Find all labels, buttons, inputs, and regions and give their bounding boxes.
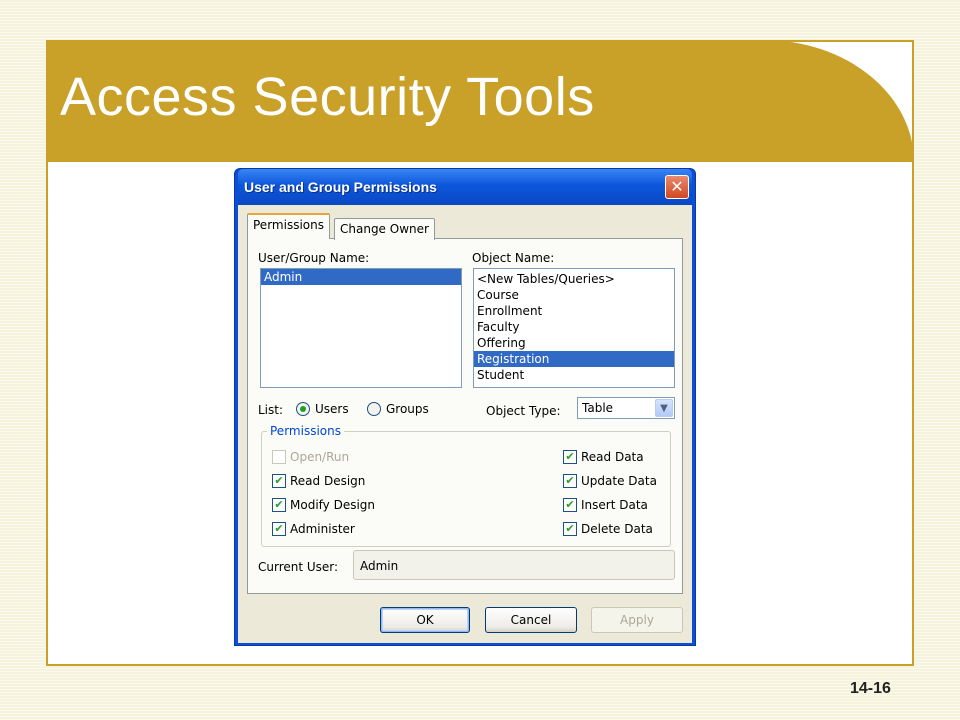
ok-button-label: OK [416, 613, 434, 627]
dialog-titlebar[interactable]: User and Group Permissions ✕ [238, 169, 692, 205]
permissions-group-label: Permissions [270, 424, 341, 438]
update-data-label[interactable]: Update Data [581, 474, 657, 488]
list-item[interactable]: <New Tables/Queries> [474, 271, 674, 287]
groups-radio[interactable] [367, 402, 381, 416]
tab-permissions[interactable]: Permissions [247, 213, 330, 239]
list-item[interactable]: Registration [474, 351, 674, 367]
cancel-button[interactable]: Cancel [485, 607, 577, 633]
radio-selected-dot [300, 406, 306, 412]
list-item[interactable]: Faculty [474, 319, 674, 335]
delete-data-checkbox[interactable]: ✔ [563, 522, 577, 536]
list-item[interactable]: Course [474, 287, 674, 303]
list-item[interactable]: Offering [474, 335, 674, 351]
read-design-checkbox[interactable]: ✔ [272, 474, 286, 488]
permissions-dialog: User and Group Permissions ✕ User/Group … [234, 168, 696, 646]
user-group-label: User/Group Name: [258, 251, 370, 265]
open-run-checkbox[interactable] [272, 450, 286, 464]
object-type-value: Table [582, 401, 614, 415]
close-icon[interactable]: ✕ [665, 175, 689, 199]
read-data-checkbox[interactable]: ✔ [563, 450, 577, 464]
object-type-label: Object Type: [486, 404, 561, 418]
modify-design-checkbox[interactable]: ✔ [272, 498, 286, 512]
user-group-listbox[interactable]: Admin [260, 268, 462, 388]
modify-design-label[interactable]: Modify Design [290, 498, 375, 512]
page-number: 14-16 [850, 680, 891, 697]
read-design-label[interactable]: Read Design [290, 474, 365, 488]
list-label: List: [258, 403, 284, 417]
object-name-label: Object Name: [472, 251, 555, 265]
tab-panel-permissions: User/Group Name: Admin Object Name: <New… [247, 238, 683, 594]
current-user-label: Current User: [258, 560, 339, 574]
current-user-field: Admin [353, 550, 675, 580]
delete-data-label[interactable]: Delete Data [581, 522, 653, 536]
object-name-listbox[interactable]: <New Tables/Queries> Course Enrollment F… [473, 268, 675, 388]
list-item[interactable]: Admin [261, 269, 461, 285]
read-data-label[interactable]: Read Data [581, 450, 644, 464]
dialog-title: User and Group Permissions [244, 179, 437, 195]
administer-label[interactable]: Administer [290, 522, 355, 536]
groups-radio-label[interactable]: Groups [386, 402, 429, 416]
dialog-body: User/Group Name: Admin Object Name: <New… [238, 205, 692, 643]
apply-button[interactable]: Apply [591, 607, 683, 633]
chevron-down-icon[interactable]: ▼ [655, 399, 673, 417]
cancel-button-label: Cancel [510, 613, 552, 627]
list-item[interactable]: Student [474, 367, 674, 383]
tab-change-owner[interactable]: Change Owner [334, 218, 435, 240]
administer-checkbox[interactable]: ✔ [272, 522, 286, 536]
users-radio[interactable] [296, 402, 310, 416]
users-radio-label[interactable]: Users [315, 402, 349, 416]
object-type-select[interactable]: Table ▼ [577, 397, 675, 419]
apply-button-label: Apply [620, 613, 654, 627]
update-data-checkbox[interactable]: ✔ [563, 474, 577, 488]
ok-button[interactable]: OK [380, 607, 470, 633]
slide-title: Access Security Tools [60, 67, 595, 127]
current-user-value: Admin [360, 559, 399, 573]
insert-data-label[interactable]: Insert Data [581, 498, 648, 512]
list-item[interactable]: Enrollment [474, 303, 674, 319]
insert-data-checkbox[interactable]: ✔ [563, 498, 577, 512]
permissions-group-legend: Permissions [267, 424, 344, 438]
open-run-label: Open/Run [290, 450, 350, 464]
